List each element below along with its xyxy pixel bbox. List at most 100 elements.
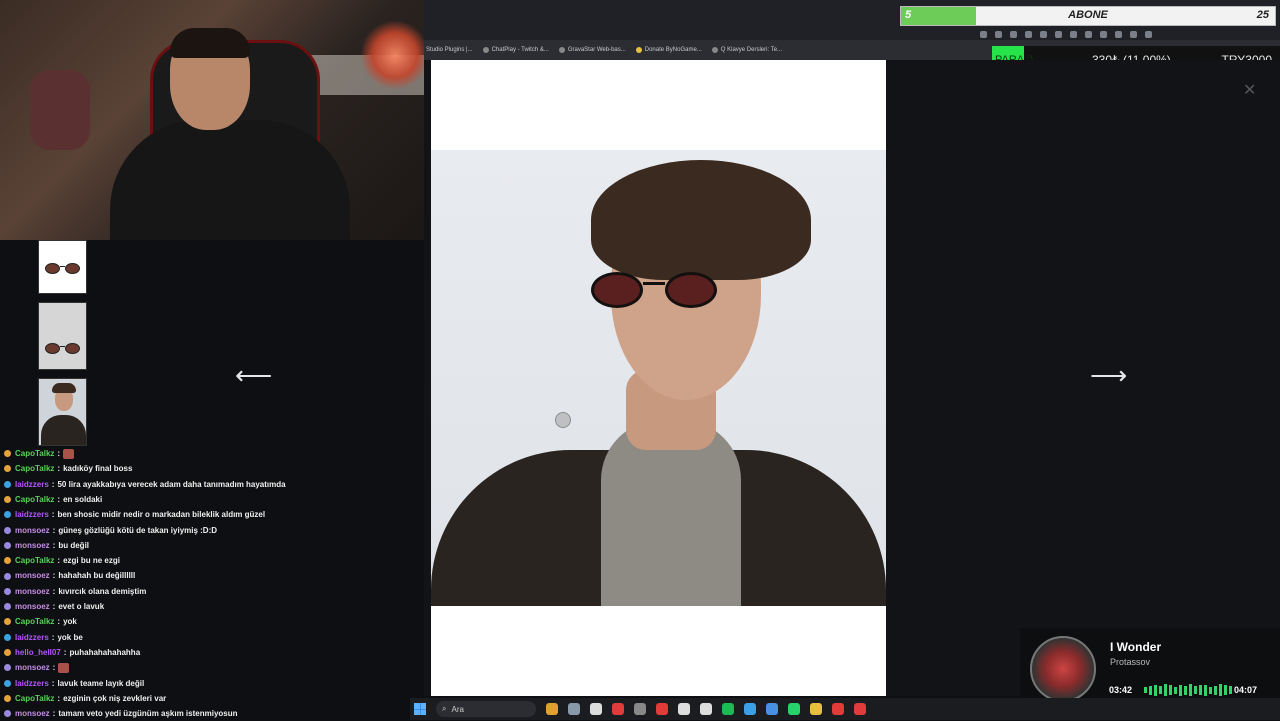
search-icon: ⌕ [442,704,447,713]
chat-text: yok [63,617,77,627]
chat-separator: : [52,571,56,581]
taskbar-app-icon[interactable] [546,703,558,715]
chat-username[interactable]: CapoTalkz [15,446,54,461]
chat-username[interactable]: CapoTalkz [15,691,54,706]
taskbar-app-icon[interactable] [612,703,624,715]
chat-message: monsoez: tamam veto yedi üzgünüm aşkım is… [0,706,430,721]
waveform-bar [1204,684,1207,696]
chat-text: tamam veto yedi üzgünüm aşkım istenmiyos… [58,709,238,719]
waveform-bar [1229,686,1232,694]
extension-icon[interactable] [1010,30,1017,38]
chat-text: ezginin çok niş zevkleri var [63,693,167,703]
close-icon[interactable]: ✕ [1243,80,1256,100]
thumbnail-3[interactable] [38,378,87,446]
windows-start-icon[interactable] [414,703,426,715]
chat-username[interactable]: CapoTalkz [15,614,54,629]
taskbar-app-icon[interactable] [788,703,800,715]
extension-icon[interactable] [1100,30,1107,38]
extension-icon[interactable] [1085,30,1092,38]
chat-badge-icon [4,572,11,580]
taskbar-app-icon[interactable] [678,703,690,715]
extension-icon[interactable] [1040,30,1047,38]
chat-badge-icon [4,694,11,702]
chat-username[interactable]: monsoez [15,523,50,538]
extension-icon[interactable] [980,30,987,38]
taskbar-app-icon[interactable] [656,703,668,715]
extension-icons [980,28,1280,40]
waveform-bar [1209,686,1212,694]
chat-emote-icon [58,662,70,673]
waveform-bar [1159,686,1162,694]
taskbar-app-icon[interactable] [744,703,756,715]
chat-username[interactable]: CapoTalkz [15,461,54,476]
extension-icon[interactable] [995,30,1002,38]
chat-badge-icon [4,526,11,534]
chat-username[interactable]: monsoez [15,599,50,614]
bookmark-icon [635,47,642,53]
taskbar-app-icon[interactable] [590,703,602,715]
chat-badge-icon [4,450,11,458]
bookmark-item[interactable]: Studio Plugins |... [426,47,473,53]
chat-username[interactable]: monsoez [15,584,50,599]
chat-username[interactable]: laidzzers [15,477,49,492]
chat-username[interactable]: laidzzers [15,507,49,522]
chat-username[interactable]: laidzzers [15,630,49,645]
taskbar-app-icon[interactable] [634,703,646,715]
chat-message: CapoTalkz: yok [0,614,430,629]
chat-message: monsoez: güneş gözlüğü kötü de takan iyiy… [0,522,430,537]
taskbar-app-icon[interactable] [854,703,866,715]
zoom-in-icon[interactable] [555,412,571,428]
extension-icon[interactable] [1025,30,1032,38]
next-image-arrow-icon[interactable]: ⟶ [1090,360,1127,391]
chat-username[interactable]: monsoez [15,660,50,675]
taskbar-app-icon[interactable] [722,703,734,715]
waveform-bar [1194,686,1197,694]
bookmark-item[interactable]: Donate ByNoGame... [635,47,702,53]
previous-image-arrow-icon[interactable]: ⟵ [235,360,272,391]
taskbar-app-icon[interactable] [700,703,712,715]
bookmark-item[interactable]: ChatPlay - Twitch &... [482,47,549,53]
chat-username[interactable]: CapoTalkz [15,553,54,568]
chat-panel: CapoTalkz: CapoTalkz: kadıköy final boss la… [0,446,430,720]
goal-end: 25 [1256,9,1269,21]
extension-icon[interactable] [1055,30,1062,38]
chat-username[interactable]: CapoTalkz [15,492,54,507]
taskbar-app-icon[interactable] [810,703,822,715]
taskbar-app-icon[interactable] [766,703,778,715]
sunglasses-icon [45,343,82,355]
extension-icon[interactable] [1130,30,1137,38]
chat-message: CapoTalkz: kadıköy final boss [0,461,430,476]
product-photo[interactable] [431,150,886,606]
chat-separator: : [63,647,67,657]
chat-separator: : [52,663,56,673]
chat-username[interactable]: monsoez [15,706,50,721]
thumbnail-1[interactable] [38,240,87,294]
thumbnail-2[interactable] [38,302,87,370]
chat-username[interactable]: monsoez [15,568,50,583]
chat-message: laidzzers:50 lira ayakkabıya verecek ada… [0,477,430,492]
backpack [30,70,90,150]
waveform-bar [1144,687,1147,693]
chat-separator: : [52,525,56,535]
chat-message: monsoez: evet o lavuk [0,599,430,614]
chat-username[interactable]: hello_hell07 [15,645,61,660]
chat-username[interactable]: monsoez [15,538,50,553]
chat-badge-icon [4,541,11,549]
taskbar-app-icon[interactable] [568,703,580,715]
chat-message: monsoez: hahahah bu değillllll [0,568,430,583]
taskbar-app-icon[interactable] [832,703,844,715]
taskbar-search[interactable]: ⌕ Ara [436,701,536,717]
chat-separator: : [57,449,61,459]
model-hair [591,160,811,280]
chat-message: monsoez: kıvırcık olana demiştim [0,584,430,599]
extension-icon[interactable] [1115,30,1122,38]
bookmark-icon [558,47,565,53]
chat-username[interactable]: laidzzers [15,676,49,691]
sunglasses [591,272,751,308]
bookmark-item[interactable]: GravaStar Web-bas... [558,47,626,53]
extension-icon[interactable] [1145,30,1152,38]
bookmark-item[interactable]: Q Klavye Dersleri: Te... [711,47,782,53]
chat-emote-icon [63,448,75,459]
extension-icon[interactable] [1070,30,1077,38]
chat-separator: : [57,556,61,566]
